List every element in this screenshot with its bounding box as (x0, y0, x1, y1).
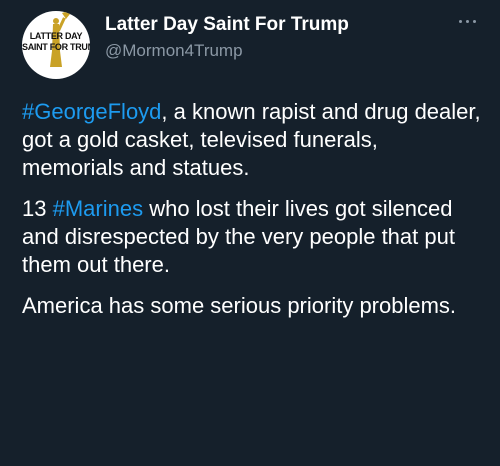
handle[interactable]: @Mormon4Trump (105, 39, 349, 63)
tweet-text: #GeorgeFloyd, a known rapist and drug de… (22, 98, 484, 333)
avatar-text-line2: SAINT FOR TRUMP (22, 42, 90, 52)
paragraph-prefix: 13 (22, 196, 53, 221)
hashtag-link[interactable]: #Marines (53, 196, 143, 221)
avatar[interactable]: LATTER DAY SAINT FOR TRUMP (22, 11, 90, 79)
author-info: Latter Day Saint For Trump @Mormon4Trump (105, 13, 349, 63)
display-name[interactable]: Latter Day Saint For Trump (105, 13, 349, 37)
tweet-paragraph-1: #GeorgeFloyd, a known rapist and drug de… (22, 98, 484, 182)
tweet-paragraph-3: America has some serious priority proble… (22, 292, 484, 320)
tweet-paragraph-2: 13 #Marines who lost their lives got sil… (22, 195, 484, 279)
tweet: LATTER DAY SAINT FOR TRUMP Latter Day Sa… (0, 0, 500, 466)
hashtag-link[interactable]: #GeorgeFloyd (22, 99, 161, 124)
more-options-icon[interactable] (456, 16, 478, 26)
paragraph-text: America has some serious priority proble… (22, 293, 457, 318)
avatar-text-line1: LATTER DAY (29, 31, 83, 41)
